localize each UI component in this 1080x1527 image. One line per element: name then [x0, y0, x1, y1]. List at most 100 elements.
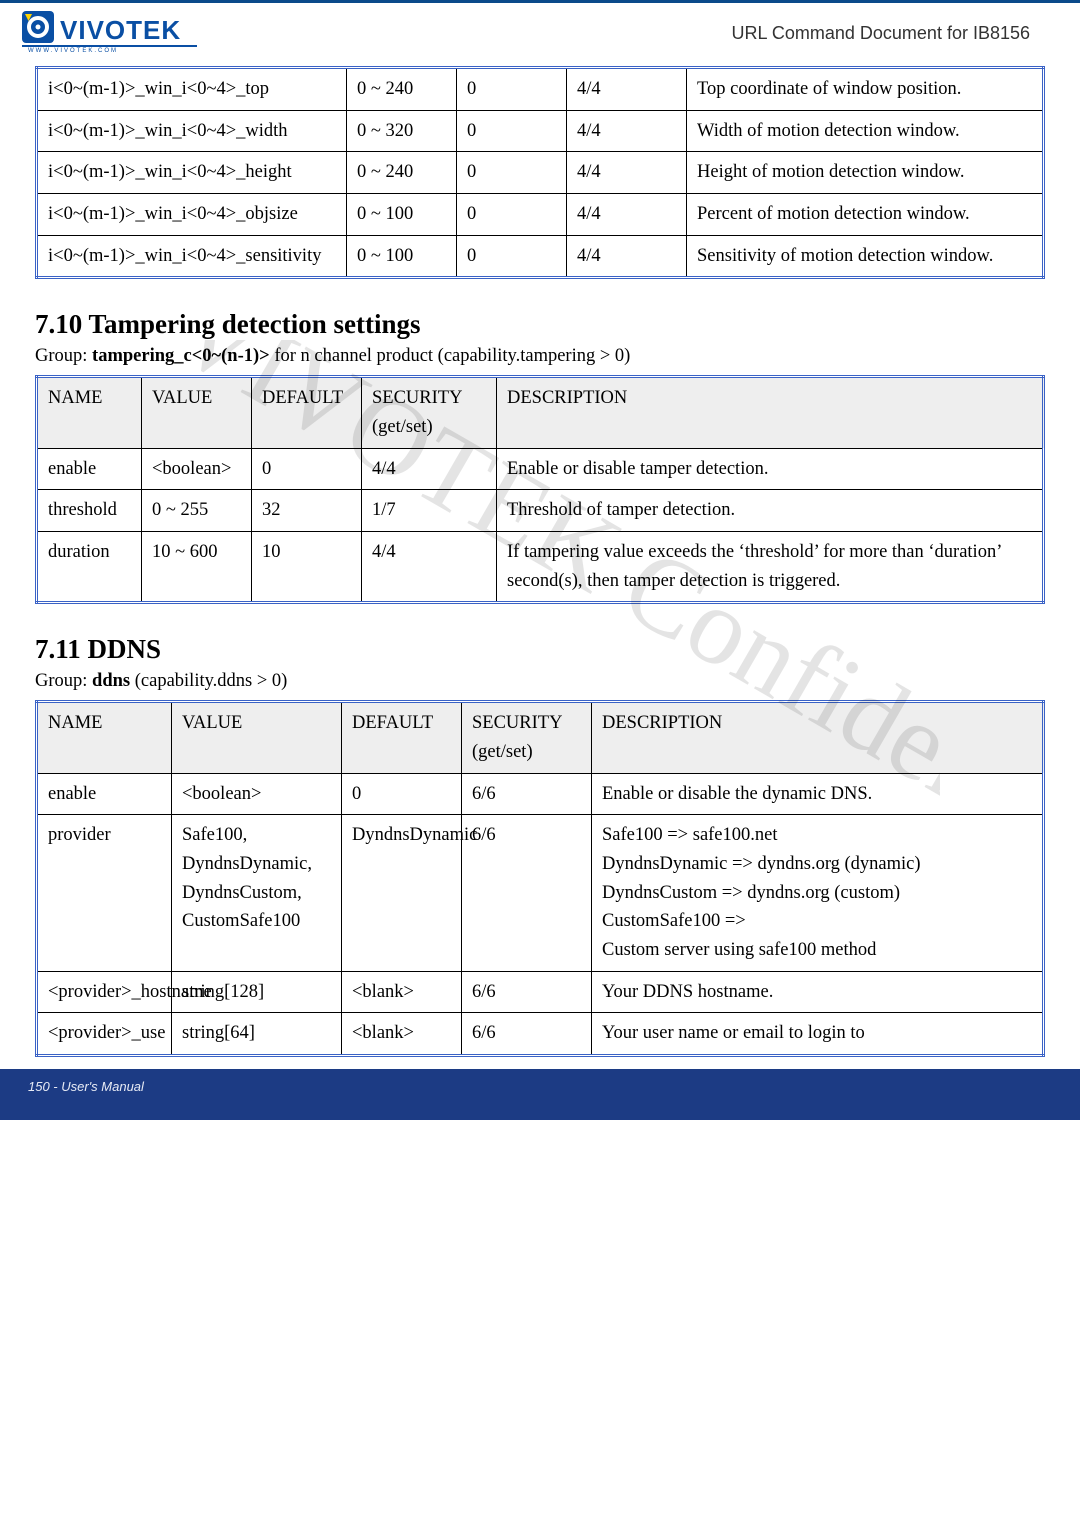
footer-text: 150 - User's Manual [28, 1079, 144, 1094]
param-desc: Your DDNS hostname. [592, 971, 1044, 1013]
param-default: 0 [457, 152, 567, 194]
vivotek-logo: VIVOTEK WWW.VIVOTEK.COM [22, 9, 197, 58]
heading-ddns: 7.11 DDNS [35, 634, 1045, 665]
param-default: 32 [252, 490, 362, 532]
col-security-l1: SECURITY [372, 388, 462, 408]
table-row: i<0~(m-1)>_win_i<0~4>_objsize 0 ~ 100 0 … [37, 194, 1044, 236]
param-value: 0 ~ 240 [347, 68, 457, 111]
group-ddns: Group: ddns (capability.ddns > 0) [35, 671, 1045, 692]
tampering-table: NAME VALUE DEFAULT SECURITY (get/set) DES… [35, 375, 1045, 604]
col-name: NAME [37, 702, 172, 773]
table-row: <provider>_hostname string[128] <blank> … [37, 971, 1044, 1013]
table-row: i<0~(m-1)>_win_i<0~4>_height 0 ~ 240 0 4… [37, 152, 1044, 194]
col-name: NAME [37, 377, 142, 448]
param-value: 0 ~ 255 [142, 490, 252, 532]
param-desc: Enable or disable the dynamic DNS. [592, 773, 1044, 815]
param-name: i<0~(m-1)>_win_i<0~4>_top [37, 68, 347, 111]
group-tampering: Group: tampering_c<0~(n-1)> for n channe… [35, 346, 1045, 367]
col-desc: DESCRIPTION [592, 702, 1044, 773]
param-value: 0 ~ 100 [347, 194, 457, 236]
col-default: DEFAULT [252, 377, 362, 448]
param-name: i<0~(m-1)>_win_i<0~4>_height [37, 152, 347, 194]
col-security-l2: (get/set) [472, 742, 533, 762]
param-security: 6/6 [462, 815, 592, 971]
param-default: 0 [457, 68, 567, 111]
group-prefix: Group: [35, 671, 92, 691]
param-default: 0 [252, 448, 362, 490]
param-default: DyndnsDynamic [342, 815, 462, 971]
table-row: threshold 0 ~ 255 32 1/7 Threshold of ta… [37, 490, 1044, 532]
param-security: 4/4 [567, 110, 687, 152]
param-security: 4/4 [362, 448, 497, 490]
param-default: 0 [457, 110, 567, 152]
col-value: VALUE [142, 377, 252, 448]
param-desc: If tampering value exceeds the ‘threshol… [497, 532, 1044, 603]
doc-title: URL Command Document for IB8156 [732, 23, 1030, 44]
param-default: 0 [457, 194, 567, 236]
param-security: 1/7 [362, 490, 497, 532]
param-value: Safe100, DyndnsDynamic, DyndnsCustom, Cu… [172, 815, 342, 971]
param-value: string[64] [172, 1013, 342, 1056]
table-row: enable <boolean> 0 6/6 Enable or disable… [37, 773, 1044, 815]
table-row: i<0~(m-1)>_win_i<0~4>_sensitivity 0 ~ 10… [37, 235, 1044, 278]
param-security: 6/6 [462, 971, 592, 1013]
param-desc: Top coordinate of window position. [687, 68, 1044, 111]
param-name: i<0~(m-1)>_win_i<0~4>_objsize [37, 194, 347, 236]
param-security: 4/4 [567, 194, 687, 236]
group-bold: tampering_c<0~(n-1)> [92, 346, 270, 366]
header-rule [0, 0, 1080, 3]
param-value: 10 ~ 600 [142, 532, 252, 603]
param-value: 0 ~ 100 [347, 235, 457, 278]
table-header-row: NAME VALUE DEFAULT SECURITY (get/set) DES… [37, 377, 1044, 448]
param-value: 0 ~ 240 [347, 152, 457, 194]
col-value: VALUE [172, 702, 342, 773]
param-desc: Safe100 => safe100.net DyndnsDynamic => … [592, 815, 1044, 971]
table-row: i<0~(m-1)>_win_i<0~4>_top 0 ~ 240 0 4/4 … [37, 68, 1044, 111]
param-default: <blank> [342, 1013, 462, 1056]
table-header-row: NAME VALUE DEFAULT SECURITY (get/set) DES… [37, 702, 1044, 773]
param-security: 6/6 [462, 1013, 592, 1056]
table-row: <provider>_use string[64] <blank> 6/6 Yo… [37, 1013, 1044, 1056]
page-header: VIVOTEK WWW.VIVOTEK.COM URL Command Docu… [0, 5, 1080, 58]
param-name: <provider>_use [37, 1013, 172, 1056]
param-security: 4/4 [362, 532, 497, 603]
param-name: i<0~(m-1)>_win_i<0~4>_width [37, 110, 347, 152]
heading-tampering: 7.10 Tampering detection settings [35, 309, 1045, 340]
param-desc: Height of motion detection window. [687, 152, 1044, 194]
col-security-l1: SECURITY [472, 713, 562, 733]
table-row: duration 10 ~ 600 10 4/4 If tampering va… [37, 532, 1044, 603]
motion-window-table: i<0~(m-1)>_win_i<0~4>_top 0 ~ 240 0 4/4 … [35, 66, 1045, 279]
param-default: 10 [252, 532, 362, 603]
group-bold: ddns [92, 671, 130, 691]
param-desc: Threshold of tamper detection. [497, 490, 1044, 532]
table-row: provider Safe100, DyndnsDynamic, DyndnsC… [37, 815, 1044, 971]
param-name: provider [37, 815, 172, 971]
param-name: i<0~(m-1)>_win_i<0~4>_sensitivity [37, 235, 347, 278]
param-name: enable [37, 448, 142, 490]
param-name: <provider>_hostname [37, 971, 172, 1013]
table-row: i<0~(m-1)>_win_i<0~4>_width 0 ~ 320 0 4/… [37, 110, 1044, 152]
param-default: 0 [457, 235, 567, 278]
param-desc: Sensitivity of motion detection window. [687, 235, 1044, 278]
col-default: DEFAULT [342, 702, 462, 773]
param-name: enable [37, 773, 172, 815]
param-name: threshold [37, 490, 142, 532]
param-desc: Width of motion detection window. [687, 110, 1044, 152]
col-security: SECURITY (get/set) [462, 702, 592, 773]
param-security: 4/4 [567, 152, 687, 194]
param-name: duration [37, 532, 142, 603]
group-suffix: for n channel product (capability.tamper… [270, 346, 631, 366]
group-prefix: Group: [35, 346, 92, 366]
col-desc: DESCRIPTION [497, 377, 1044, 448]
ddns-table: NAME VALUE DEFAULT SECURITY (get/set) DES… [35, 700, 1045, 1057]
param-value: <boolean> [172, 773, 342, 815]
page-footer: 150 - User's Manual [0, 1069, 1080, 1120]
param-value: string[128] [172, 971, 342, 1013]
col-security: SECURITY (get/set) [362, 377, 497, 448]
col-security-l2: (get/set) [372, 417, 433, 437]
param-security: 4/4 [567, 235, 687, 278]
svg-text:VIVOTEK: VIVOTEK [60, 15, 181, 45]
svg-text:WWW.VIVOTEK.COM: WWW.VIVOTEK.COM [28, 48, 118, 53]
param-value: <boolean> [142, 448, 252, 490]
param-security: 4/4 [567, 68, 687, 111]
